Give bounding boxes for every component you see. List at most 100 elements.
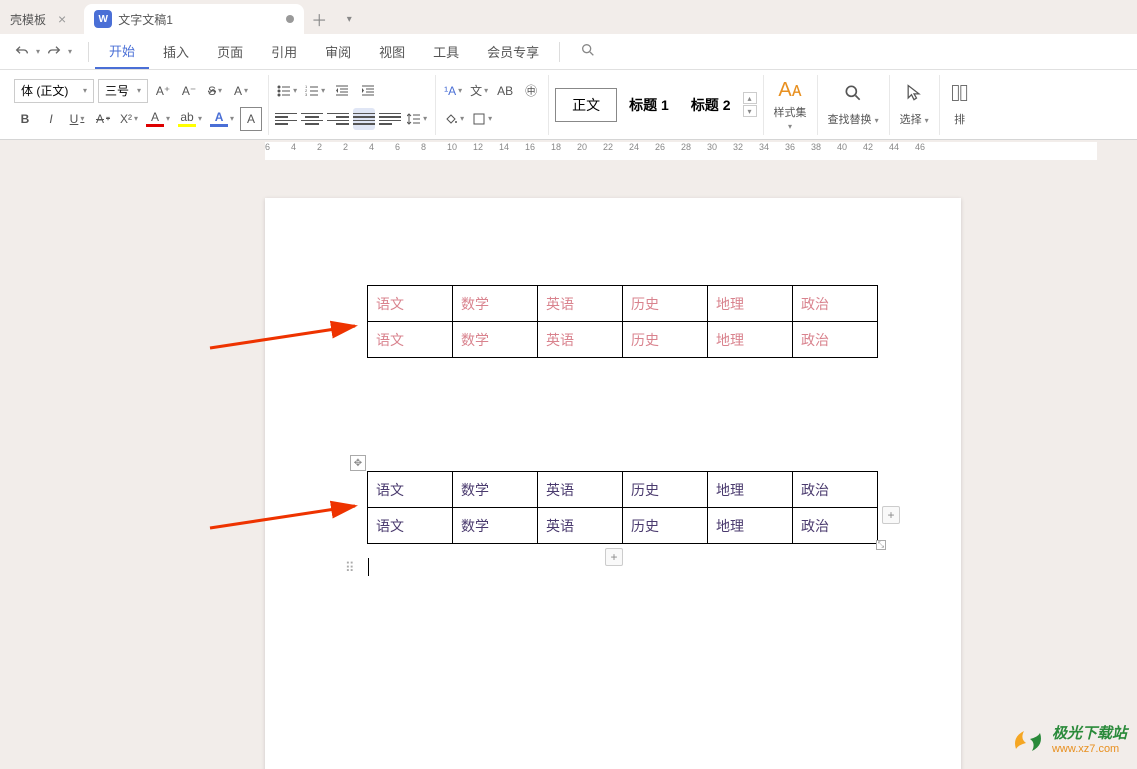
table-cell[interactable]: 历史 [623,322,708,358]
tab-templates[interactable]: 壳模板 × [0,4,76,34]
dropdown-icon[interactable]: ▾ [36,47,40,56]
find-replace-button[interactable]: 查找替换 ▾ [818,75,890,135]
horizontal-ruler[interactable]: 6422468101214161820222426283032343638404… [265,142,1097,160]
underline-button[interactable]: U [66,107,88,131]
table-row[interactable]: 语文 数学 英语 历史 地理 政治 [368,286,878,322]
table-cell[interactable]: 政治 [793,322,878,358]
menu-start[interactable]: 开始 [95,34,149,69]
style-heading2[interactable]: 标题 2 [681,89,741,121]
bold-button[interactable]: B [14,107,36,131]
increase-indent-button[interactable] [357,79,379,103]
layout-button[interactable]: 排 [940,75,980,135]
menu-reference[interactable]: 引用 [257,34,311,69]
clear-format-button[interactable]: A [230,79,252,103]
menu-member[interactable]: 会员专享 [473,34,553,69]
shading-button[interactable] [442,107,466,131]
enclose-char-button[interactable]: ㊥ [520,79,542,103]
font-family-select[interactable]: 体 (正文) [14,79,94,103]
redo-button[interactable] [42,40,66,64]
dropdown-icon[interactable]: ▾ [68,47,72,56]
new-tab-button[interactable]: ＋ [304,4,334,34]
grow-font-button[interactable]: A⁺ [152,79,174,103]
table-options-handle[interactable]: ⠿ [345,560,357,576]
tab-document-active[interactable]: W 文字文稿1 [84,4,304,34]
align-right-button[interactable] [327,108,349,130]
char-scale-button[interactable]: AB [494,79,516,103]
table-row[interactable]: 语文 数学 英语 历史 地理 政治 [368,322,878,358]
tab-menu-button[interactable]: ▾ [334,4,364,34]
table-cell[interactable]: 数学 [453,508,538,544]
table-cell[interactable]: 英语 [538,472,623,508]
decrease-indent-button[interactable] [331,79,353,103]
table-cell[interactable]: 地理 [708,286,793,322]
table-cell[interactable]: 数学 [453,286,538,322]
search-button[interactable] [566,42,610,61]
text-effect-button[interactable]: A [208,107,236,131]
bullets-icon [277,84,291,98]
add-column-button[interactable]: + [882,506,900,524]
annotation-arrow-1 [205,318,365,358]
table-resize-handle[interactable]: ⤡ [876,540,886,550]
add-row-button[interactable]: + [605,548,623,566]
table-cell[interactable]: 历史 [623,286,708,322]
document-page[interactable]: 语文 数学 英语 历史 地理 政治 语文 数学 英语 历史 地理 政治 ✥ 语文… [265,198,961,769]
menu-tools[interactable]: 工具 [419,34,473,69]
align-left-button[interactable] [275,108,297,130]
bullets-button[interactable] [275,79,299,103]
char-border-button[interactable]: A [240,107,262,131]
styles-gallery: 正文 标题 1 标题 2 ▴ ▾ [549,75,763,135]
table-move-handle[interactable]: ✥ [350,455,366,471]
menu-page[interactable]: 页面 [203,34,257,69]
table-cell[interactable]: 英语 [538,286,623,322]
menu-review[interactable]: 审阅 [311,34,365,69]
shrink-font-button[interactable]: A⁻ [178,79,200,103]
phonetic-button[interactable]: 文 [468,79,490,103]
table-cell[interactable]: 语文 [368,286,453,322]
table-cell[interactable]: 地理 [708,508,793,544]
borders-button[interactable] [470,107,494,131]
gallery-up-button[interactable]: ▴ [743,92,757,104]
table-cell[interactable]: 政治 [793,286,878,322]
table-cell[interactable]: 语文 [368,472,453,508]
line-spacing-button[interactable] [405,107,429,131]
table-cell[interactable]: 语文 [368,508,453,544]
table-row[interactable]: 语文 数学 英语 历史 地理 政治 [368,472,878,508]
style-set-button[interactable]: Aᴀ 样式集▾ [764,75,818,135]
gallery-down-button[interactable]: ▾ [743,105,757,117]
select-button[interactable]: 选择 ▾ [890,75,940,135]
table-cell[interactable]: 英语 [538,508,623,544]
table-cell[interactable]: 语文 [368,322,453,358]
close-icon[interactable]: × [58,11,66,27]
strikethrough-button[interactable]: A [92,107,114,131]
align-center-button[interactable] [301,108,323,130]
font-size-select[interactable]: 三号 [98,79,148,103]
align-justify-button[interactable] [353,108,375,130]
tab-bar: 壳模板 × W 文字文稿1 ＋ ▾ [0,0,1137,34]
menu-insert[interactable]: 插入 [149,34,203,69]
table-row[interactable]: 语文 数学 英语 历史 地理 政治 [368,508,878,544]
superscript-button[interactable]: X² [118,107,140,131]
table-cell[interactable]: 历史 [623,472,708,508]
table-1[interactable]: 语文 数学 英语 历史 地理 政治 语文 数学 英语 历史 地理 政治 [367,285,878,358]
numbering-button[interactable]: 123 [303,79,327,103]
table-cell[interactable]: 地理 [708,472,793,508]
table-cell[interactable]: 数学 [453,322,538,358]
style-heading1[interactable]: 标题 1 [619,89,679,121]
undo-button[interactable] [10,40,34,64]
table-cell[interactable]: 地理 [708,322,793,358]
table-cell[interactable]: 政治 [793,508,878,544]
table-cell[interactable]: 政治 [793,472,878,508]
table-cell[interactable]: 历史 [623,508,708,544]
undo-redo-group: ▾ ▾ [0,40,82,64]
change-case-button[interactable]: S [204,79,226,103]
style-normal[interactable]: 正文 [555,88,617,122]
italic-button[interactable]: I [40,107,62,131]
font-color-button[interactable]: A [144,107,172,131]
table-cell[interactable]: 数学 [453,472,538,508]
align-distribute-button[interactable] [379,108,401,130]
highlight-button[interactable]: ab [176,107,204,131]
text-direction-button[interactable]: ¹A [442,79,464,103]
table-2[interactable]: 语文 数学 英语 历史 地理 政治 语文 数学 英语 历史 地理 政治 [367,471,878,544]
menu-view[interactable]: 视图 [365,34,419,69]
table-cell[interactable]: 英语 [538,322,623,358]
